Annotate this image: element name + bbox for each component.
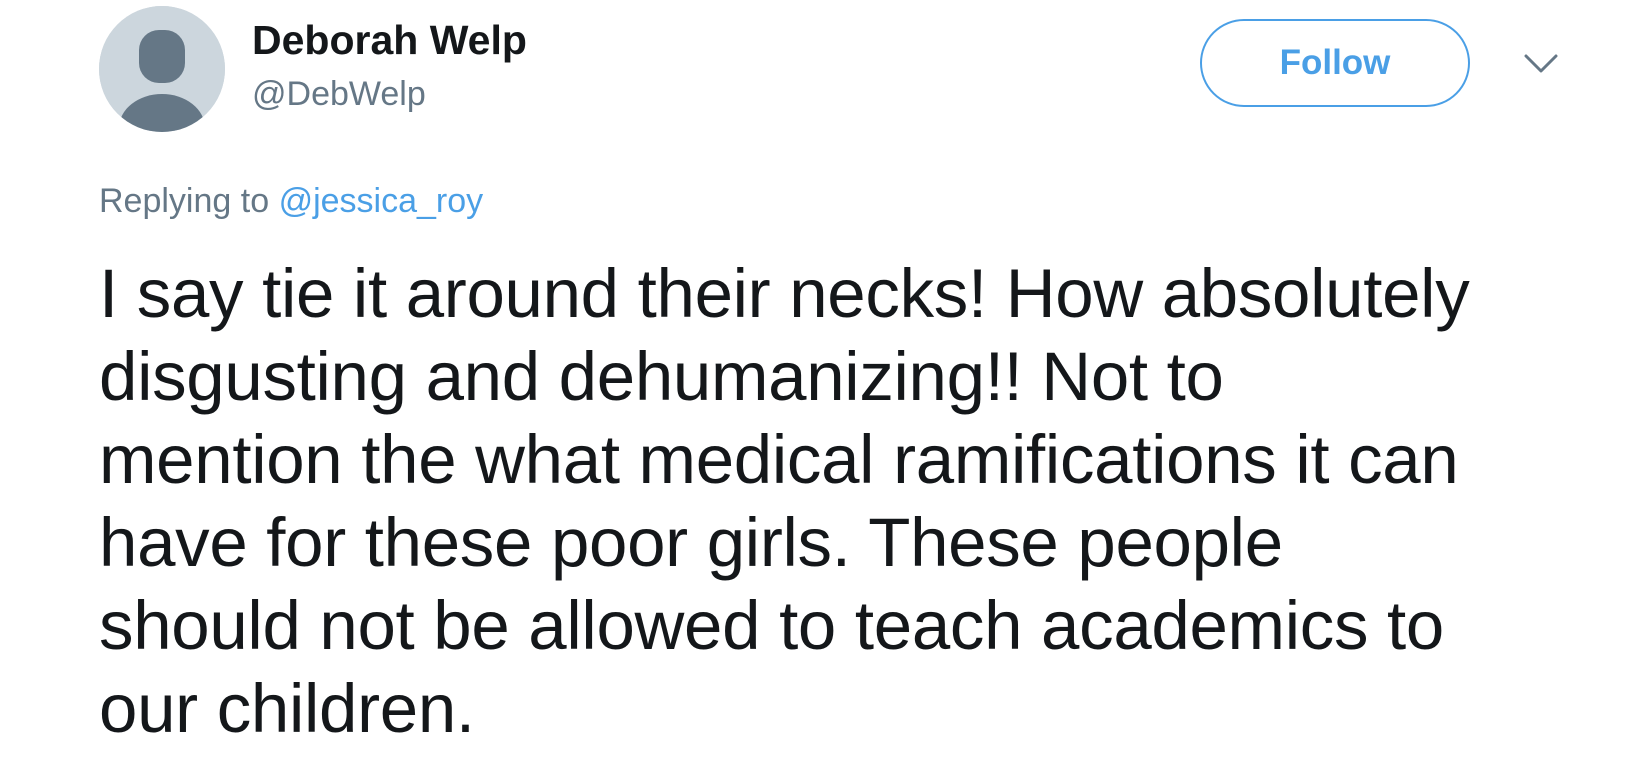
tweet-text-line: mention the what medical ramifications i… [99,421,1459,498]
chevron-down-icon-glyph [1524,54,1558,73]
tweet-text-line: our children. [99,670,475,747]
replying-to-label: Replying to [99,182,270,220]
avatar[interactable] [99,6,225,132]
tweet-card: Deborah Welp @DebWelp Follow Replying to… [0,0,1652,767]
tweet-text-line: have for these poor girls. These people [99,504,1283,581]
follow-button[interactable]: Follow [1200,19,1470,107]
chevron-down-icon[interactable] [1524,53,1558,75]
replying-to: Replying to @jessica_roy [99,178,483,224]
author-name[interactable]: Deborah Welp [252,12,527,68]
tweet-text-line: disgusting and dehumanizing!! Not to [99,338,1224,415]
tweet-text-line: I say tie it around their necks! How abs… [99,255,1470,332]
author-handle[interactable]: @DebWelp [252,70,426,118]
tweet-text: I say tie it around their necks! How abs… [99,252,1629,750]
tweet-text-line: should not be allowed to teach academics… [99,587,1444,664]
default-profile-icon [99,6,225,132]
reply-mention-link[interactable]: @jessica_roy [279,182,484,220]
